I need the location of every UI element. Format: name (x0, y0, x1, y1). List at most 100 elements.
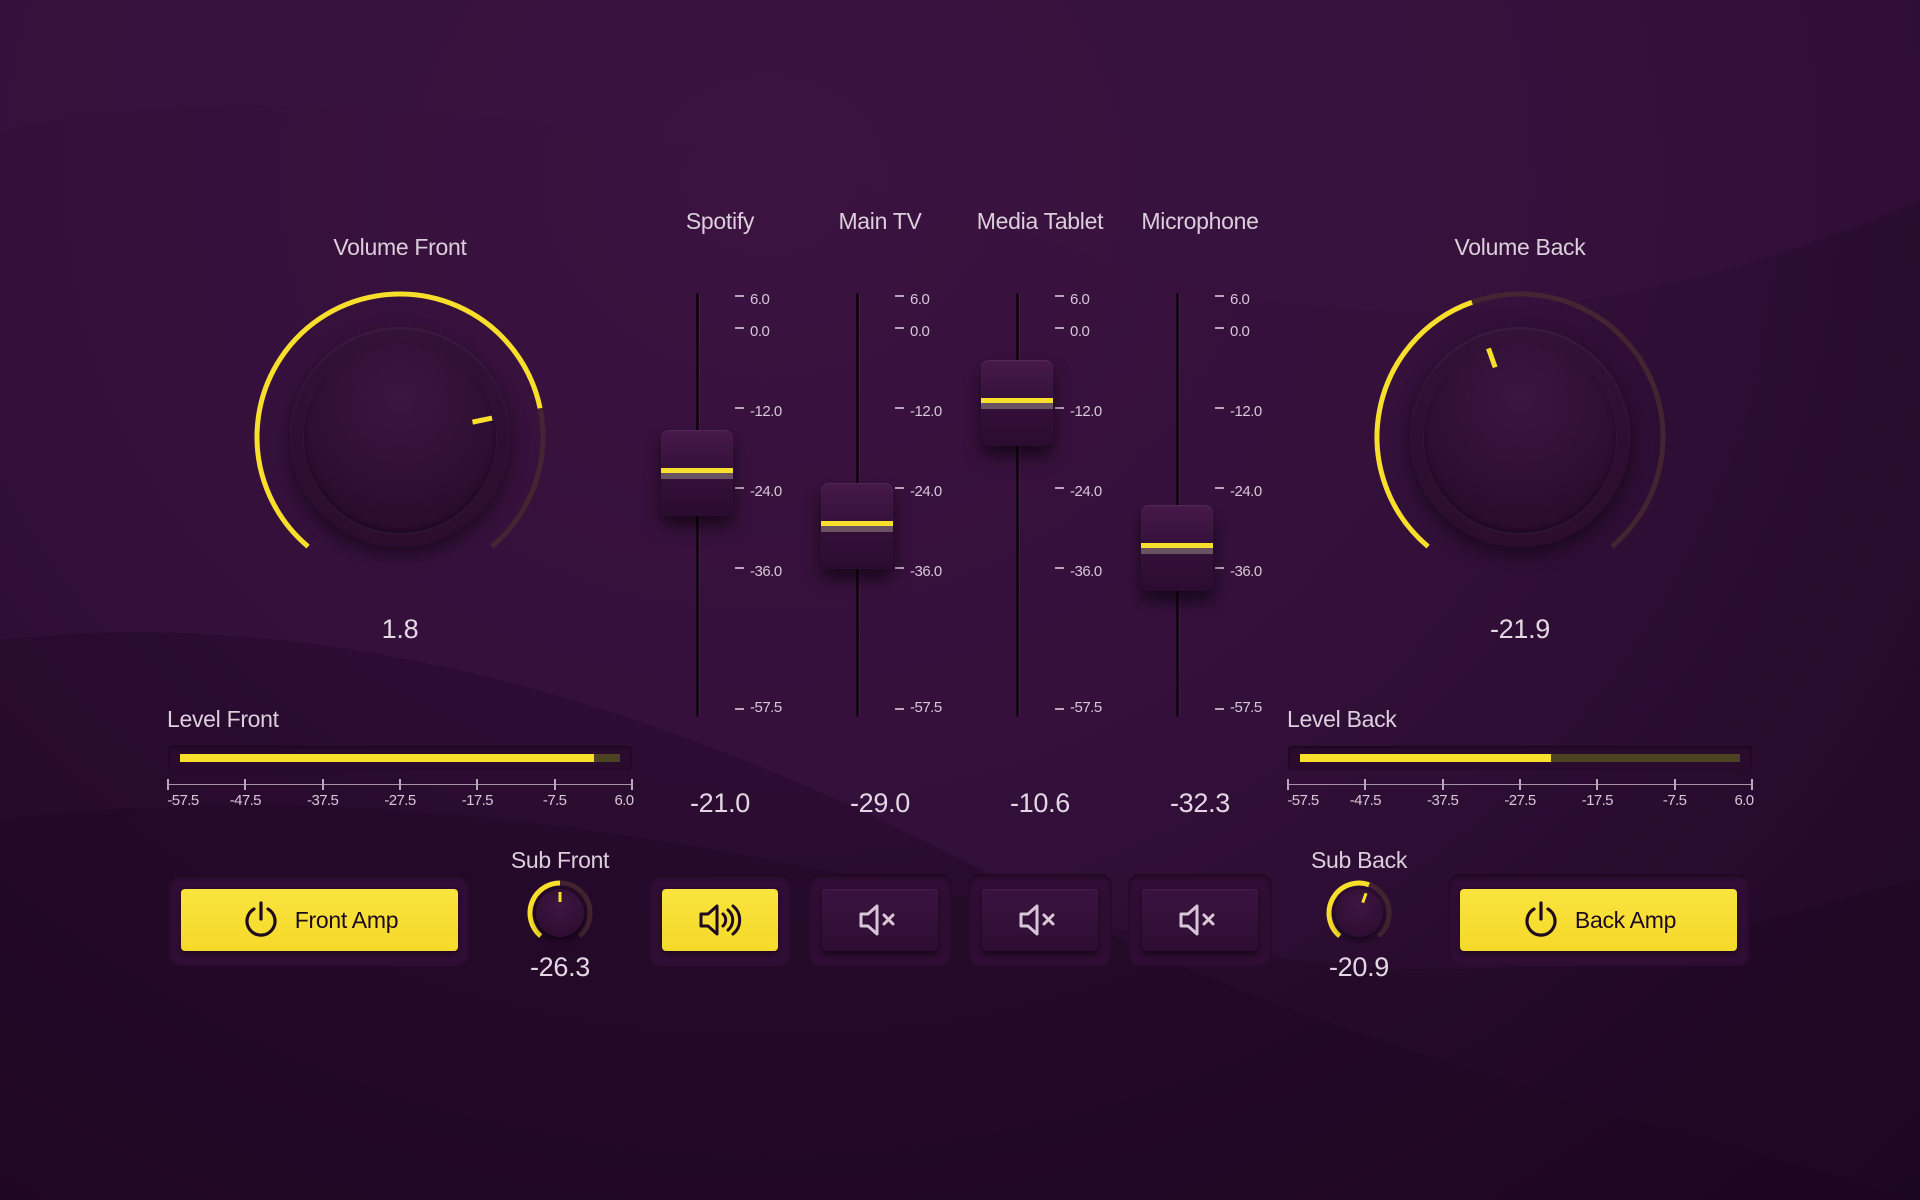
fader-tick-label: -12.0 (1070, 403, 1102, 420)
fader-tick-mark (1215, 487, 1224, 489)
level-front-meter (168, 746, 632, 770)
back-amp-label: Back Amp (1574, 906, 1677, 933)
fader-label: Microphone (1141, 208, 1259, 234)
fader-tick-label: -12.0 (750, 403, 782, 420)
level-scale-tick (1441, 779, 1444, 790)
mute-button[interactable] (662, 889, 778, 951)
mute-button[interactable] (982, 889, 1098, 951)
fader-tick-label: -57.5 (1070, 699, 1102, 716)
power-icon (1525, 901, 1557, 937)
fader-tick-label: -24.0 (750, 483, 782, 500)
level-scale-label: -47.5 (1349, 792, 1382, 809)
level-front-fill (180, 754, 594, 762)
level-scale-tick (321, 779, 324, 790)
level-scale-tick (1287, 779, 1289, 790)
fader-tick-label: 0.0 (910, 323, 930, 340)
front-amp-label: Front Amp (294, 906, 399, 933)
speaker-on-icon (699, 904, 742, 936)
level-scale-tick (553, 779, 556, 790)
volume-front-pointer (471, 415, 493, 425)
fader-tick-label: -36.0 (1230, 563, 1262, 580)
volume-back-knob[interactable] (1370, 287, 1670, 587)
level-scale-label: 6.0 (614, 792, 634, 809)
fader-tick-mark (1055, 487, 1064, 489)
fader-value: -10.6 (1009, 788, 1071, 818)
front-amp-button[interactable]: Front Amp (181, 889, 458, 951)
level-scale-tick (476, 779, 479, 790)
sub-back-knob[interactable] (1323, 877, 1395, 949)
fader-tick-mark (895, 295, 904, 297)
back-amp-button[interactable]: Back Amp (1460, 889, 1737, 951)
level-scale-label: -27.5 (1504, 792, 1536, 809)
level-scale-label: -7.5 (1662, 792, 1687, 809)
sub-front-knob[interactable] (524, 877, 596, 949)
fader-tick-label: 6.0 (750, 291, 770, 308)
level-scale-tick (167, 779, 169, 790)
fader-track[interactable] (1016, 293, 1019, 717)
fader-tick-label: 0.0 (750, 323, 770, 340)
speaker-muted-icon (1179, 904, 1215, 936)
fader-label: Media Tablet (976, 208, 1104, 234)
level-scale-tick (631, 779, 633, 790)
level-scale-tick (1673, 779, 1676, 790)
fader-value: -29.0 (849, 788, 911, 818)
fader-label: Main TV (838, 208, 922, 234)
level-scale-label: -57.5 (1287, 792, 1319, 809)
fader-tick-label: -24.0 (910, 483, 942, 500)
fader-tick-label: -12.0 (910, 403, 942, 420)
mute-button[interactable] (822, 889, 938, 951)
background-waves (0, 0, 1920, 1200)
speaker-muted-icon (859, 904, 895, 936)
level-scale-tick (1364, 779, 1367, 790)
level-front-label: Level Front (167, 706, 279, 732)
fader-tick-mark (895, 708, 904, 710)
fader-tick-mark (735, 487, 744, 489)
level-scale-tick (399, 779, 401, 790)
fader-value: -21.0 (689, 788, 751, 818)
fader-tick-label: 6.0 (1070, 291, 1090, 308)
fader-tick-mark (735, 567, 744, 569)
fader-tick-mark (1215, 567, 1224, 569)
level-scale-label: -57.5 (167, 792, 199, 809)
sub-back-label: Sub Back (1310, 847, 1408, 873)
fader-tick-label: -12.0 (1230, 403, 1262, 420)
level-scale-tick (1596, 779, 1599, 790)
fader-tick-label: -24.0 (1070, 483, 1102, 500)
fader-tick-mark (1055, 567, 1064, 569)
fader-tick-mark (1055, 327, 1064, 329)
fader-thumb[interactable] (1141, 505, 1213, 591)
level-scale-tick (1751, 779, 1753, 790)
level-back-label: Level Back (1287, 706, 1397, 732)
level-scale-label: -37.5 (1427, 792, 1459, 809)
fader-tick-mark (735, 407, 744, 409)
level-scale-label: -17.5 (461, 792, 494, 809)
level-scale-label: -47.5 (229, 792, 262, 809)
fader-tick-mark (735, 295, 744, 297)
fader-tick-label: 0.0 (1070, 323, 1090, 340)
volume-front-knob[interactable] (250, 287, 550, 587)
mute-button[interactable] (1142, 889, 1258, 951)
sub-front-pointer (558, 892, 562, 902)
volume-back-label: Volume Back (1454, 234, 1586, 260)
fader-tick-mark (1215, 295, 1224, 297)
fader-thumb[interactable] (821, 483, 893, 569)
fader-tick-mark (735, 708, 744, 710)
fader-thumb[interactable] (661, 430, 733, 516)
sub-front-label: Sub Front (510, 847, 610, 873)
fader-tick-label: -57.5 (1230, 699, 1262, 716)
fader-thumb[interactable] (981, 360, 1053, 446)
level-scale-label: -37.5 (307, 792, 339, 809)
knob-pointer (1486, 347, 1498, 369)
fader-tick-mark (1055, 708, 1064, 710)
sub-front-value: -26.3 (529, 952, 591, 982)
fader-value: -32.3 (1169, 788, 1231, 818)
level-scale-tick (1519, 779, 1521, 790)
sub-back-value: -20.9 (1328, 952, 1390, 982)
volume-front-label: Volume Front (333, 234, 467, 260)
level-back-fill (1300, 754, 1551, 762)
fader-tick-label: -36.0 (910, 563, 942, 580)
level-scale-label: -27.5 (384, 792, 416, 809)
fader-tick-mark (735, 327, 744, 329)
fader-tick-mark (1055, 295, 1064, 297)
knob-pointer (471, 415, 493, 425)
